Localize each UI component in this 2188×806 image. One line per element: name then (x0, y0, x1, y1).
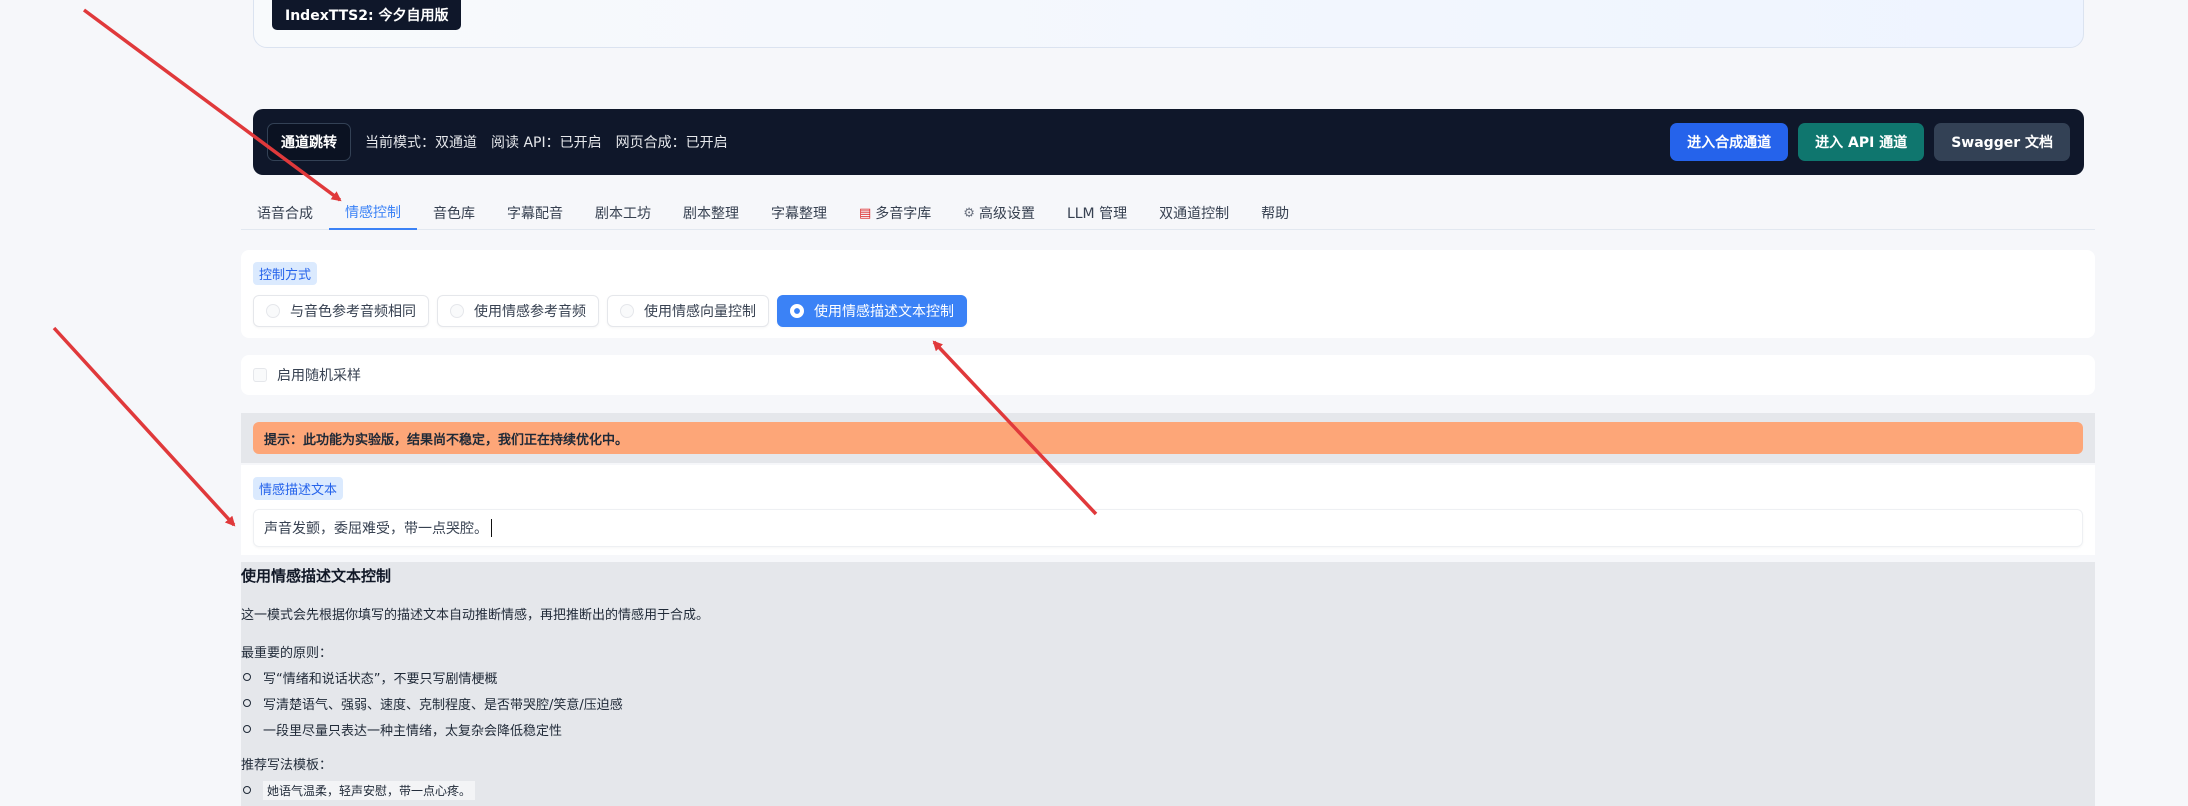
tab-label: 剧本整理 (683, 206, 739, 222)
radio-dot (620, 304, 634, 318)
radio-label: 使用情感描述文本控制 (814, 304, 954, 320)
text-caret (491, 519, 492, 537)
tab-label: LLM 管理 (1066, 206, 1128, 222)
tab-label: 多音字库 (875, 206, 932, 222)
tab-llm-manage[interactable]: LLM 管理 (1051, 196, 1143, 230)
list-item: 一段里尽量只表达一种主情绪，太复杂会降低稳定性 (241, 716, 2095, 742)
tab-dual-channel[interactable]: 双通道控制 (1143, 196, 1245, 230)
principles-list: 写“情绪和说话状态”，不要只写剧情梗概 写清楚语气、强弱、速度、克制程度、是否带… (241, 664, 2095, 742)
radio-same-as-voice[interactable]: 与音色参考音频相同 (253, 295, 429, 327)
list-item: 她语气温柔，轻声安慰，带一点心疼。 (241, 777, 2095, 803)
emotion-description-panel: 情感描述文本 声音发颤，委屈难受，带一点哭腔。 (241, 465, 2095, 555)
help-section: 使用情感描述文本控制 这一模式会先根据你填写的描述文本自动推断情感，再把推断出的… (241, 562, 2095, 806)
tab-script-workshop[interactable]: 剧本工坊 (579, 196, 667, 230)
principles-title: 最重要的原则： (241, 646, 333, 661)
templates-list: 她语气温柔，轻声安慰，带一点心疼。 (241, 777, 2095, 803)
random-sampling-row: 启用随机采样 (253, 365, 361, 385)
main-tabs: 语音合成 情感控制 音色库 字幕配音 剧本工坊 剧本整理 字幕整理 ▤ 多音字库 … (241, 196, 2095, 230)
tab-polyphone-library[interactable]: ▤ 多音字库 (843, 196, 947, 230)
principle-text: 写“情绪和说话状态”，不要只写剧情梗概 (263, 671, 498, 687)
tab-label: 双通道控制 (1159, 206, 1230, 222)
tab-voice-library[interactable]: 音色库 (417, 196, 491, 230)
control-mode-panel: 控制方式 与音色参考音频相同 使用情感参考音频 使用情感向量控制 使用情感描述文… (241, 250, 2095, 338)
mode-status: 当前模式：双通道 阅读 API：已开启 网页合成：已开启 (365, 132, 728, 152)
principle-text: 一段里尽量只表达一种主情绪，太复杂会降低稳定性 (263, 723, 563, 739)
random-sampling-checkbox[interactable] (253, 368, 267, 382)
tab-help[interactable]: 帮助 (1245, 196, 1305, 230)
help-intro: 这一模式会先根据你填写的描述文本自动推断情感，再把推断出的情感用于合成。 (241, 608, 710, 623)
templates-title: 推荐写法模板： (241, 758, 333, 773)
warning-container: 提示：此功能为实验版，结果尚不稳定，我们正在持续优化中。 (241, 413, 2095, 463)
help-title: 使用情感描述文本控制 (241, 567, 392, 585)
channel-navbar: 通道跳转 当前模式：双通道 阅读 API：已开启 网页合成：已开启 进入合成通道… (253, 109, 2084, 175)
tab-label: 字幕整理 (771, 206, 827, 222)
tab-label: 剧本工坊 (595, 206, 651, 222)
principle-text: 写清楚语气、强弱、速度、克制程度、是否带哭腔/笑意/压迫感 (263, 697, 623, 713)
list-item: 写清楚语气、强弱、速度、克制程度、是否带哭腔/笑意/压迫感 (241, 690, 2095, 716)
channel-jump-button[interactable]: 通道跳转 (267, 123, 351, 161)
tab-emotion-control[interactable]: 情感控制 (329, 196, 417, 230)
radio-label: 使用情感向量控制 (644, 304, 756, 320)
emotion-description-label: 情感描述文本 (253, 477, 344, 500)
enter-api-channel-button[interactable]: 进入 API 通道 (1798, 123, 1925, 161)
tab-tts[interactable]: 语音合成 (241, 196, 329, 230)
random-sampling-label: 启用随机采样 (277, 368, 361, 384)
book-icon: ▤ (859, 205, 872, 221)
control-mode-radio-group: 与音色参考音频相同 使用情感参考音频 使用情感向量控制 使用情感描述文本控制 (253, 295, 2083, 327)
radio-dot (450, 304, 464, 318)
arrow-to-description-input (52, 326, 236, 527)
radio-label: 使用情感参考音频 (474, 304, 586, 320)
radio-emotion-vector[interactable]: 使用情感向量控制 (607, 295, 769, 327)
swagger-docs-button[interactable]: Swagger 文档 (1934, 123, 2070, 161)
current-mode-text: 当前模式：双通道 (365, 135, 477, 151)
random-sampling-panel: 启用随机采样 (241, 355, 2095, 395)
radio-emotion-text[interactable]: 使用情感描述文本控制 (777, 295, 967, 327)
gear-icon: ⚙ (963, 205, 975, 221)
tab-script-organize[interactable]: 剧本整理 (667, 196, 755, 230)
tab-label: 情感控制 (345, 205, 401, 221)
emotion-description-value: 声音发颤，委屈难受，带一点哭腔。 (264, 521, 488, 537)
emotion-description-input[interactable]: 声音发颤，委屈难受，带一点哭腔。 (253, 509, 2083, 547)
app-title-badge: IndexTTS2: 今夕自用版 (272, 0, 462, 30)
tab-label: 音色库 (433, 206, 475, 222)
radio-dot (790, 304, 804, 318)
tab-label: 帮助 (1261, 206, 1290, 222)
radio-label: 与音色参考音频相同 (290, 304, 416, 320)
tab-advanced-settings[interactable]: ⚙ 高级设置 (947, 196, 1051, 230)
tab-subtitle-organize[interactable]: 字幕整理 (755, 196, 843, 230)
list-item: 写“情绪和说话状态”，不要只写剧情梗概 (241, 664, 2095, 690)
header-card (253, 0, 2084, 48)
experimental-warning: 提示：此功能为实验版，结果尚不稳定，我们正在持续优化中。 (253, 422, 2083, 454)
tab-label: 语音合成 (257, 206, 313, 222)
template-text: 她语气温柔，轻声安慰，带一点心疼。 (263, 780, 476, 800)
enter-synth-channel-button[interactable]: 进入合成通道 (1670, 123, 1789, 161)
radio-dot (266, 304, 280, 318)
web-synth-status: 网页合成：已开启 (615, 135, 728, 151)
tab-label: 高级设置 (978, 206, 1035, 222)
control-mode-label: 控制方式 (253, 262, 318, 285)
tab-label: 字幕配音 (507, 206, 563, 222)
radio-emotion-ref-audio[interactable]: 使用情感参考音频 (437, 295, 599, 327)
tab-subtitle-dub[interactable]: 字幕配音 (491, 196, 579, 230)
read-api-status: 阅读 API：已开启 (491, 135, 602, 151)
